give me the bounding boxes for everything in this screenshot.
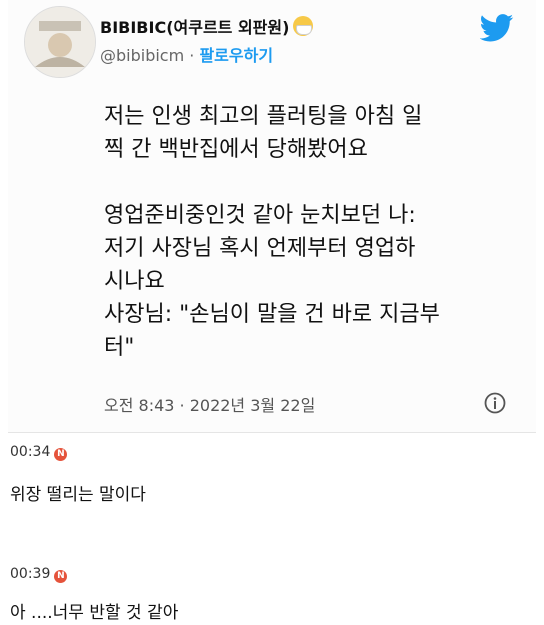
author-name[interactable]: BIBIBIC(여쿠르트 외판원) — [100, 14, 314, 38]
tweet-line: 찍 간 백반집에서 당해봤어요 — [104, 137, 368, 162]
comment-time-2: 00:39 N — [10, 566, 68, 583]
tweet-line: 사장님: "손님이 말을 건 바로 지금부 — [104, 302, 440, 327]
tweet-line: 시나요 — [104, 269, 165, 294]
comment-text-1: 위장 떨리는 말이다 — [10, 485, 146, 505]
new-badge: N — [54, 448, 68, 461]
comment-text-2: 아 ....너무 반할 것 같아 — [10, 603, 179, 623]
tweet-line: 영업준비중인것 같아 눈치보던 나: — [104, 203, 416, 228]
info-icon[interactable] — [484, 392, 506, 414]
twitter-bird-icon[interactable] — [480, 14, 514, 42]
tweet-blank-line — [104, 166, 524, 199]
comment-time-text: 00:34 — [10, 444, 51, 460]
author-handle[interactable]: @bibibicm — [100, 46, 184, 65]
follow-button[interactable]: 팔로우하기 — [199, 46, 273, 65]
handle-separator: · — [184, 46, 200, 65]
tweet-timestamp[interactable]: 오전 8:43 · 2022년 3월 22일 — [104, 392, 315, 416]
author-name-text[interactable]: BIBIBIC(여쿠르트 외판원) — [100, 18, 289, 37]
tweet-line: 터" — [104, 335, 135, 360]
author-handle-row: @bibibicm · 팔로우하기 — [100, 42, 273, 66]
tweet-body: 저는 인생 최고의 플러팅을 아침 일 찍 간 백반집에서 당해봤어요 영업준비… — [104, 100, 524, 364]
avatar[interactable] — [24, 6, 96, 78]
comment-time-text: 00:39 — [10, 566, 51, 582]
tweet-line: 저는 인생 최고의 플러팅을 아침 일 — [104, 104, 423, 129]
new-badge: N — [54, 570, 68, 583]
tweet-line: 저기 사장님 혹시 언제부터 영업하 — [104, 236, 416, 261]
tweet-card: BIBIBIC(여쿠르트 외판원) @bibibicm · 팔로우하기 저는 인… — [8, 0, 536, 433]
mask-face-emoji-icon — [293, 16, 314, 36]
comment-time-1: 00:34 N — [10, 444, 68, 461]
